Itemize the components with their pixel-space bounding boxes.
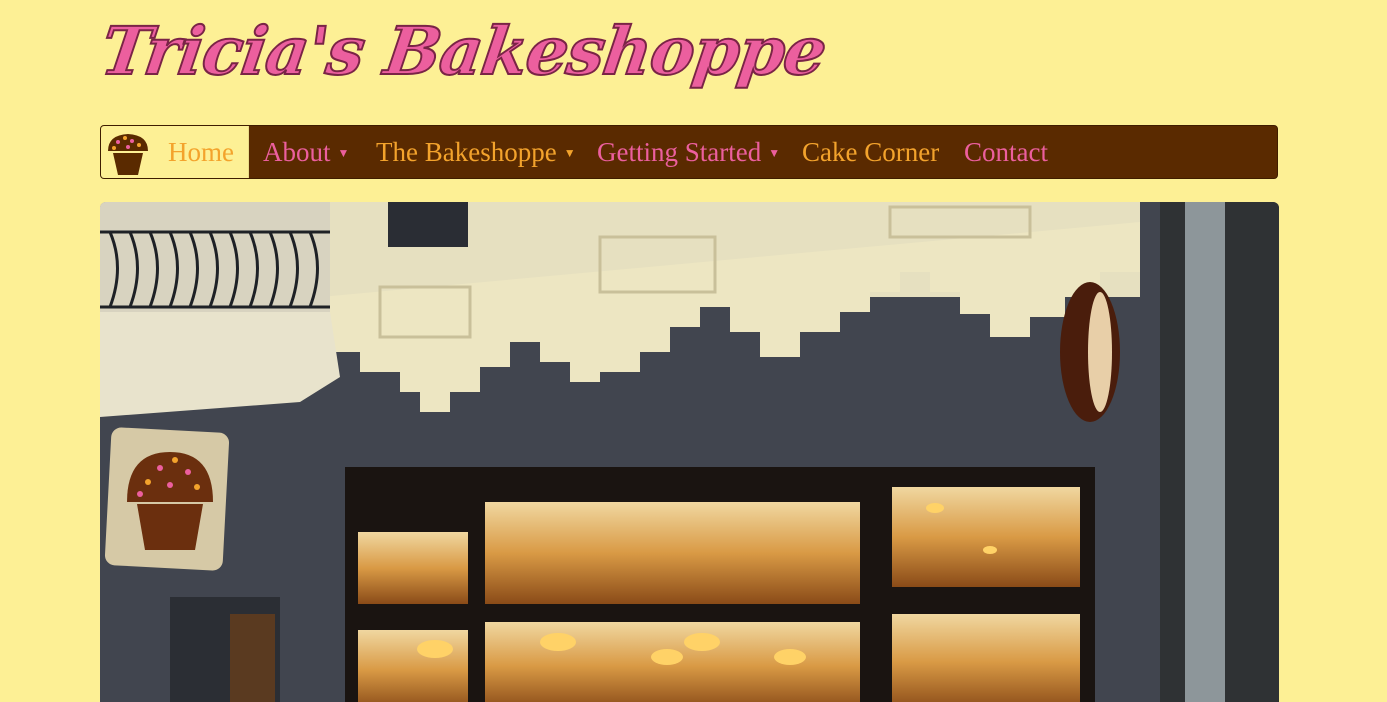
caret-down-icon: ▼ (768, 145, 781, 160)
site-logo[interactable]: Tricia's Bakeshoppe (96, 11, 832, 91)
caret-down-icon: ▼ (563, 145, 576, 160)
main-navbar: Home About ▼ The Bakeshoppe ▼ Getting Star… (100, 125, 1278, 179)
nav-item-about[interactable]: About ▼ (263, 126, 349, 178)
nav-item-contact[interactable]: Contact (964, 126, 1048, 178)
hero-storefront-image (100, 202, 1279, 702)
nav-item-the-bakeshoppe[interactable]: The Bakeshoppe ▼ (376, 126, 576, 178)
nav-item-about-label: About (263, 137, 331, 167)
caret-down-icon: ▼ (337, 145, 350, 160)
cupcake-sign-icon (104, 427, 230, 571)
storefront-illustration (100, 202, 1279, 702)
nav-item-cake-corner[interactable]: Cake Corner (802, 126, 939, 178)
nav-home-block[interactable]: Home (101, 126, 249, 178)
nav-item-getting-started[interactable]: Getting Started ▼ (597, 126, 780, 178)
nav-item-getting-started-label: Getting Started (597, 137, 762, 167)
nav-item-the-bakeshoppe-label: The Bakeshoppe (376, 137, 557, 167)
cupcake-icon[interactable] (104, 129, 152, 177)
nav-item-home[interactable]: Home (168, 126, 234, 178)
